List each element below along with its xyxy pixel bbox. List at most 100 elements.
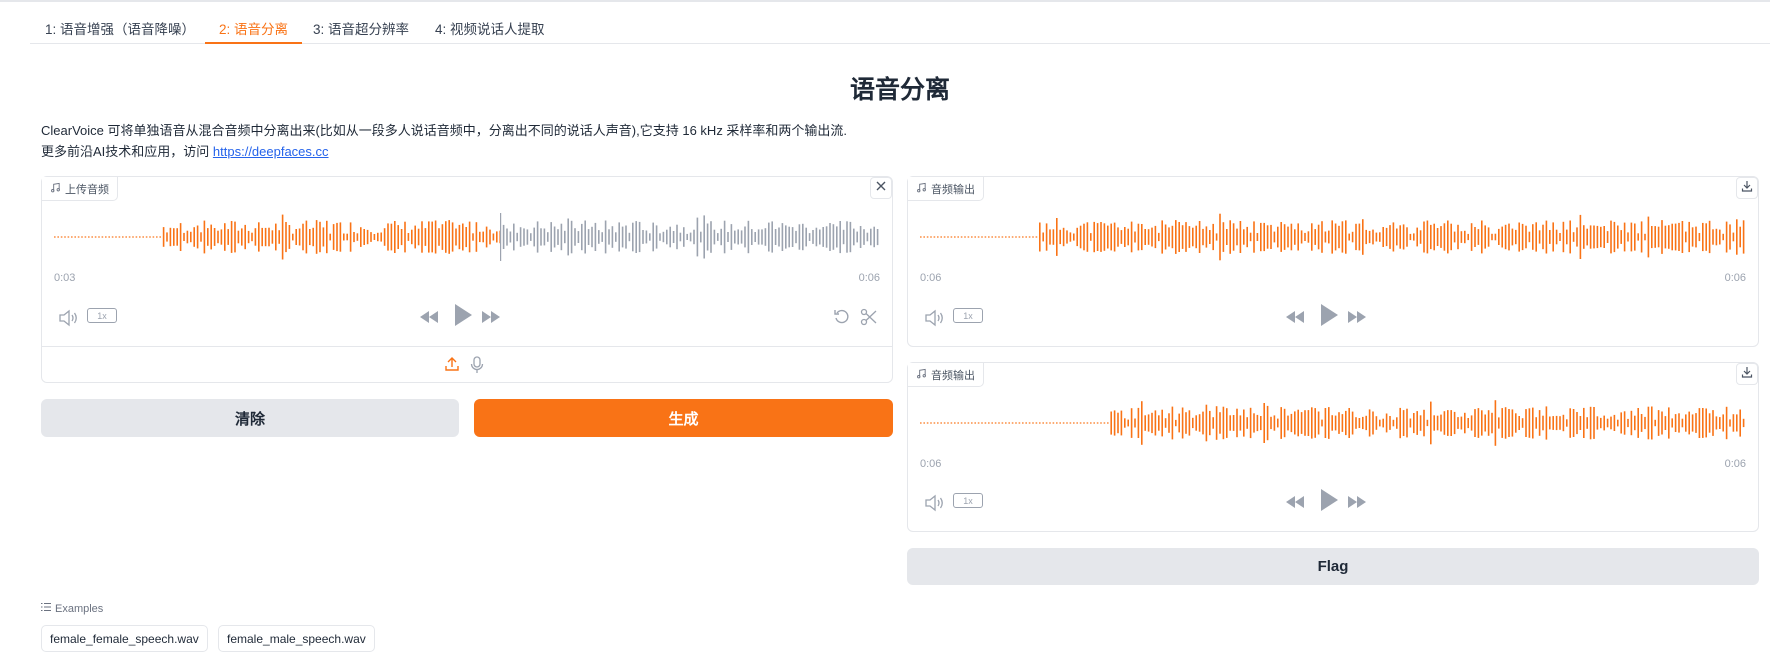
waveform-bar — [964, 422, 966, 424]
fast-forward-icon[interactable] — [1346, 493, 1368, 511]
play-icon[interactable] — [452, 302, 474, 328]
waveform-bar — [1620, 230, 1622, 244]
waveform-bar — [1695, 413, 1697, 433]
waveform-bar — [988, 236, 990, 238]
waveform-bar — [608, 229, 610, 245]
waveform-bar — [981, 422, 983, 424]
play-icon[interactable] — [1318, 487, 1340, 513]
tab-speech-super-resolution[interactable]: 3: 语音超分辨率 — [313, 18, 409, 43]
waveform-bar — [1239, 221, 1242, 253]
waveform-bar — [1453, 411, 1456, 435]
waveform-bar — [1644, 233, 1646, 241]
waveform-bar — [1107, 422, 1109, 424]
waveform-bar — [774, 229, 777, 245]
fast-forward-icon[interactable] — [1346, 308, 1368, 326]
waveform-bar — [1134, 418, 1136, 428]
microphone-icon[interactable] — [470, 356, 484, 374]
clear-audio-button[interactable] — [870, 177, 892, 199]
playhead-cursor[interactable] — [500, 213, 502, 261]
waveform-bar — [1209, 230, 1211, 244]
output-audio-2-label: 音频输出 — [908, 363, 984, 387]
waveform-bar — [227, 229, 229, 245]
fast-forward-icon[interactable] — [480, 308, 502, 326]
waveform-bar — [1056, 422, 1058, 424]
waveform-bar — [812, 230, 814, 244]
waveform-bar — [873, 226, 875, 248]
waveform-bar — [1219, 213, 1221, 261]
waveform-bar — [91, 236, 93, 238]
playback-speed-button[interactable]: 1x — [953, 308, 983, 323]
output-2-waveform[interactable] — [920, 397, 1746, 449]
waveform-bar — [105, 236, 107, 238]
tab-speech-enhancement[interactable]: 1: 语音增强（语音降噪） — [45, 18, 195, 43]
waveform-bar — [115, 236, 117, 238]
waveform-bar — [1447, 220, 1449, 254]
tab-video-speaker-extraction[interactable]: 4: 视频说话人提取 — [435, 18, 545, 43]
example-item[interactable]: female_female_speech.wav — [41, 625, 208, 652]
waveform-bar — [540, 228, 542, 246]
volume-icon[interactable] — [58, 309, 80, 327]
waveform-bar — [1487, 410, 1490, 436]
waveform-bar — [920, 236, 922, 238]
output-1-waveform[interactable] — [920, 211, 1746, 263]
waveform-bar — [1647, 216, 1650, 258]
waveform-bar — [1083, 223, 1085, 251]
deepfaces-link[interactable]: https://deepfaces.cc — [213, 144, 329, 159]
undo-icon[interactable] — [833, 308, 851, 326]
waveform-bar — [1317, 411, 1320, 435]
waveform-bar — [1086, 222, 1089, 252]
play-icon[interactable] — [1318, 302, 1340, 328]
waveform-bar — [1045, 223, 1048, 251]
waveform-bar — [176, 228, 178, 246]
waveform-bar — [1249, 407, 1252, 439]
waveform-bar — [937, 236, 939, 238]
rewind-icon[interactable] — [1284, 493, 1306, 511]
tab-speech-separation[interactable]: 2: 语音分离 — [204, 18, 303, 44]
example-item[interactable]: female_male_speech.wav — [218, 625, 375, 652]
waveform-bar — [414, 225, 416, 249]
generate-button[interactable]: 生成 — [474, 399, 893, 437]
waveform-bar — [1399, 407, 1401, 439]
waveform-bar — [1518, 416, 1520, 430]
flag-button[interactable]: Flag — [907, 548, 1759, 585]
waveform-bar — [1525, 409, 1527, 437]
playback-speed-button[interactable]: 1x — [87, 308, 117, 323]
download-button-1[interactable] — [1736, 177, 1758, 199]
waveform-bar — [1627, 232, 1629, 242]
waveform-bar — [485, 226, 488, 248]
waveform-bar — [1739, 226, 1741, 248]
waveform-bar — [1365, 229, 1367, 245]
clear-button[interactable]: 清除 — [41, 399, 459, 437]
waveform-bar — [1232, 415, 1235, 431]
waveform-bar — [1113, 410, 1116, 436]
waveform-bar — [1702, 222, 1704, 252]
waveform-bar — [1270, 416, 1272, 430]
volume-icon[interactable] — [924, 309, 946, 327]
waveform-bar — [275, 223, 277, 251]
waveform-bar — [604, 220, 607, 254]
waveform-bar — [98, 236, 100, 238]
waveform-bar — [1345, 410, 1347, 436]
waveform-bar — [156, 236, 158, 238]
playback-speed-button[interactable]: 1x — [953, 493, 983, 508]
volume-icon[interactable] — [924, 494, 946, 512]
waveform-bar — [247, 230, 250, 244]
waveform-bar — [1549, 416, 1551, 430]
waveform-bar — [1508, 409, 1510, 437]
waveform-bar — [655, 225, 658, 249]
waveform-bar — [1229, 415, 1231, 431]
waveform-bar — [1498, 228, 1500, 245]
waveform-bar — [1705, 223, 1707, 251]
rewind-icon[interactable] — [418, 308, 440, 326]
waveform-bar — [1736, 414, 1738, 432]
waveform-bar — [957, 236, 959, 238]
scissors-icon[interactable] — [860, 308, 878, 326]
waveform-bar — [258, 222, 260, 252]
waveform-bar — [967, 236, 970, 238]
upload-icon[interactable] — [444, 356, 460, 372]
rewind-icon[interactable] — [1284, 308, 1306, 326]
download-button-2[interactable] — [1736, 363, 1758, 385]
input-waveform[interactable] — [54, 211, 880, 263]
waveform-bar — [1460, 416, 1463, 430]
waveform-bar — [411, 229, 413, 245]
